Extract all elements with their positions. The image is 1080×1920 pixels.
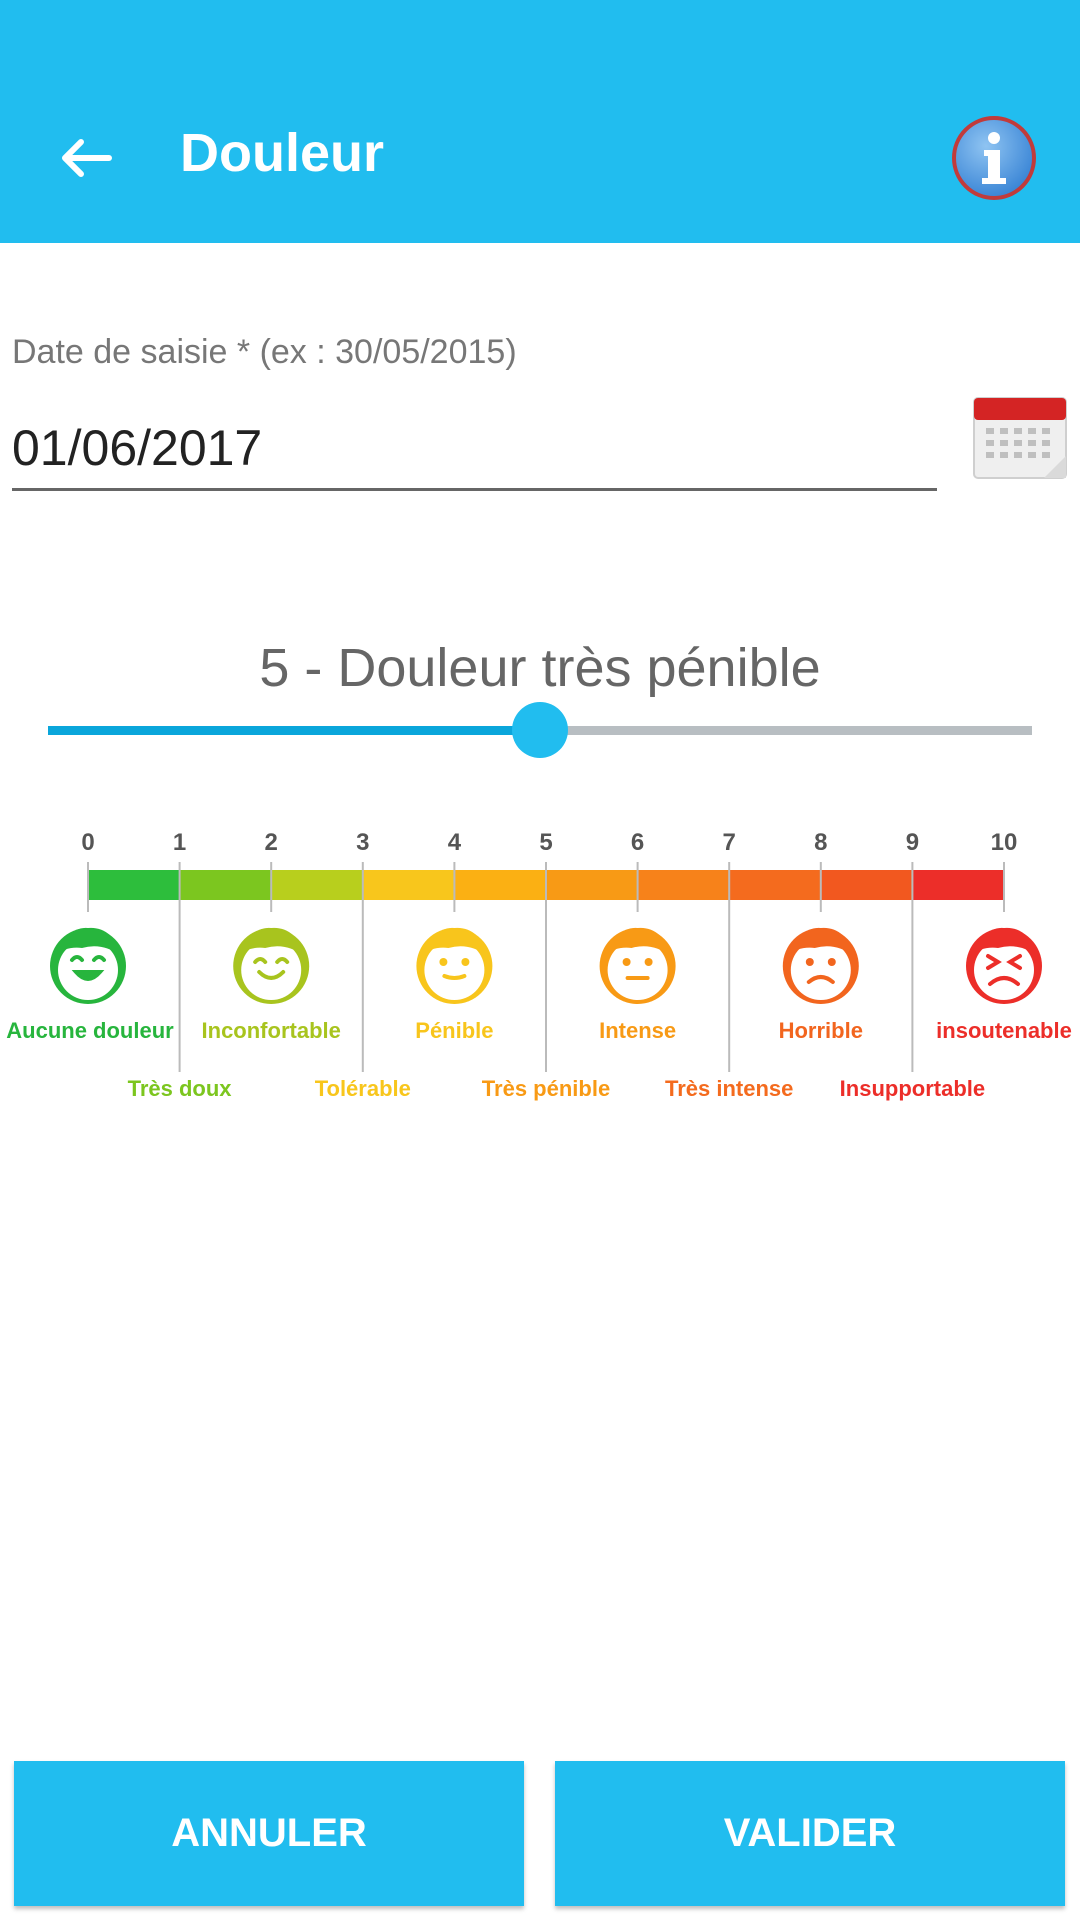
calendar-icon [973,397,1067,479]
info-button[interactable] [950,114,1038,202]
validate-button[interactable]: VALIDER [555,1761,1065,1906]
scale-segment [88,870,181,900]
scale-number: 4 [448,829,462,856]
scale-number: 9 [906,829,919,856]
scale-top-label: Inconfortable [202,1018,341,1043]
scale-number: 5 [539,829,552,856]
page-title: Douleur [180,123,385,183]
slider-thumb[interactable] [512,702,568,758]
scale-top-label: insoutenable [936,1018,1072,1043]
date-label: Date de saisie * (ex : 30/05/2015) [12,333,517,371]
cancel-button[interactable]: ANNULER [14,1761,524,1906]
pain-face-icon [233,927,310,1004]
scale-segment [179,870,272,900]
pain-face-icon [966,927,1042,1004]
scale-top-label: Aucune douleur [6,1018,174,1043]
scale-bottom-label: Très intense [665,1076,793,1101]
pain-scale: 0 1 2 3 4 5 6 7 8 9 10 Aucune douleur Inconfortable P… [0,820,1080,1120]
scale-bottom-label: Tolérable [315,1076,411,1101]
pain-face-icon [782,927,859,1004]
scale-segment [637,870,730,900]
date-field[interactable] [12,408,937,491]
scale-bottom-label: Insupportable [840,1076,985,1101]
scale-bottom-label: Très pénible [482,1076,610,1101]
scale-top-label: Horrible [779,1018,863,1043]
app-bar: Douleur [0,0,1080,243]
scale-number: 3 [356,829,369,856]
pain-scale-graphic: 0 1 2 3 4 5 6 7 8 9 10 Aucune douleur Inconfortable P… [6,829,1072,1101]
scale-number: 10 [991,829,1018,856]
scale-number: 2 [265,829,278,856]
back-button[interactable] [50,128,120,188]
scale-segment [729,870,822,900]
scale-segment [362,870,455,900]
scale-number: 6 [631,829,644,856]
scale-bottom-label: Très doux [128,1076,233,1101]
scale-segment [546,870,639,900]
arrow-left-icon [62,139,112,177]
scale-segment [820,870,913,900]
scale-top-label: Intense [599,1018,676,1043]
pain-value-label: 5 - Douleur très pénible [259,638,821,698]
slider-fill [48,726,540,735]
scale-segment [271,870,364,900]
pain-face-icon [416,927,493,1004]
scale-number: 0 [81,829,94,856]
pain-slider[interactable] [48,702,1032,758]
scale-top-label: Pénible [415,1018,493,1043]
scale-number: 1 [173,829,186,856]
calendar-button[interactable] [972,396,1068,480]
scale-number: 7 [723,829,736,856]
info-icon [952,116,1036,200]
scale-number: 8 [814,829,827,856]
pain-face-icon [50,927,126,1004]
scale-segment [912,870,1005,900]
scale-segment [454,870,547,900]
pain-face-icon [599,927,676,1004]
